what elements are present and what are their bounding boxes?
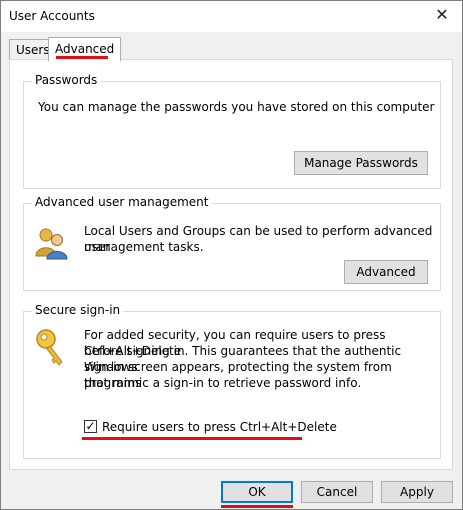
require-ctrl-alt-delete-label[interactable]: Require users to press Ctrl+Alt+Delete (102, 419, 337, 435)
users-group-icon (34, 226, 68, 263)
advanced-button[interactable]: Advanced (344, 260, 428, 284)
passwords-description: You can manage the passwords you have st… (38, 100, 435, 114)
cancel-button-label: Cancel (316, 485, 358, 499)
advanced-description-line2: management tasks. (84, 240, 204, 254)
key-icon (34, 328, 68, 371)
checkbox-highlight-underline (82, 437, 302, 440)
manage-passwords-button[interactable]: Manage Passwords (294, 151, 428, 175)
title-bar: User Accounts ✕ (1, 1, 462, 32)
ok-button-label: OK (248, 485, 266, 499)
window-title: User Accounts (9, 9, 95, 23)
secure-description-line4: that mimic a sign-in to retrieve passwor… (84, 376, 362, 390)
passwords-group-title: Passwords (32, 73, 101, 87)
advanced-user-management-group: Advanced user management Local Users and… (23, 195, 441, 291)
apply-button[interactable]: Apply (381, 481, 453, 503)
tab-advanced-label: Advanced (55, 42, 115, 56)
dialog-footer: OK Cancel Apply (1, 471, 462, 509)
passwords-group: Passwords You can manage the passwords y… (23, 73, 441, 189)
advanced-button-label: Advanced (356, 265, 416, 279)
secure-group-title: Secure sign-in (32, 303, 124, 317)
apply-button-label: Apply (400, 485, 434, 499)
secure-sign-in-group: Secure sign-in For added security, you c… (23, 303, 441, 459)
tab-users-label: Users (16, 43, 50, 57)
ok-highlight-underline (221, 505, 293, 508)
manage-passwords-label: Manage Passwords (304, 156, 418, 170)
require-ctrl-alt-delete-checkbox[interactable]: ✓ (84, 420, 97, 433)
advanced-group-title: Advanced user management (32, 195, 212, 209)
close-icon[interactable]: ✕ (432, 5, 452, 25)
user-accounts-dialog: User Accounts ✕ Users Advanced Passwords… (0, 0, 463, 510)
cancel-button[interactable]: Cancel (301, 481, 373, 503)
ok-button[interactable]: OK (221, 481, 293, 503)
tab-highlight-underline (56, 56, 108, 59)
